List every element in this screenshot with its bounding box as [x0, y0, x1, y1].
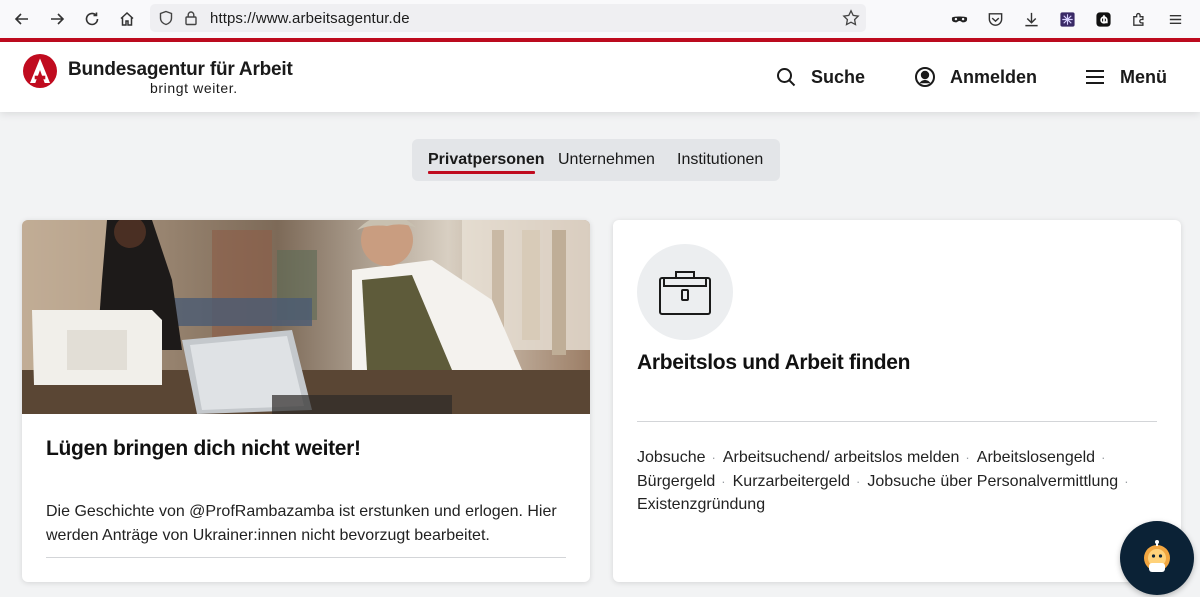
pocket-icon[interactable] [980, 4, 1010, 34]
tab-privatpersonen[interactable]: Privatpersonen [428, 151, 544, 169]
active-tab-indicator [428, 171, 535, 174]
login-label: Anmelden [950, 66, 1038, 87]
home-icon[interactable] [110, 4, 144, 34]
login-button[interactable]: Anmelden [914, 64, 1037, 90]
audience-tabs: Privatpersonen Unternehmen Institutionen [412, 139, 780, 181]
topic-card: Arbeitslos und Arbeit finden Jobsuche · Ar… [613, 220, 1181, 582]
search-button[interactable]: Suche [775, 64, 865, 90]
tab-institutionen[interactable]: Institutionen [677, 151, 763, 169]
link-separator: · [1124, 473, 1129, 489]
tab-unternehmen[interactable]: Unternehmen [558, 151, 655, 169]
brand-title[interactable]: Bundesagentur für Arbeit [68, 59, 293, 81]
topic-icon-circle [637, 244, 733, 340]
extension-badge-icon[interactable] [1088, 4, 1118, 34]
link-separator: · [711, 450, 716, 465]
download-icon[interactable] [1016, 4, 1046, 34]
browser-tools [944, 0, 1190, 38]
mask-icon[interactable] [944, 4, 974, 34]
brand-subtitle: bringt weiter. [150, 80, 238, 96]
briefcase-icon [659, 271, 711, 315]
forward-icon[interactable] [40, 4, 74, 34]
extension-grid-icon[interactable] [1052, 4, 1082, 34]
user-circle-icon [915, 67, 935, 87]
lock-icon[interactable] [184, 10, 198, 26]
menu-button[interactable]: Menü [1084, 64, 1167, 90]
topic-card-divider [637, 421, 1157, 422]
link-buergergeld[interactable]: Bürgergeld [637, 473, 715, 490]
link-arbeitsuchend-melden[interactable]: Arbeitsuchend/ arbeitslos melden [723, 449, 960, 466]
link-separator: · [1101, 450, 1106, 465]
extensions-icon[interactable] [1124, 4, 1154, 34]
bookmark-star-icon[interactable] [842, 9, 860, 27]
search-icon [777, 68, 796, 87]
url-text[interactable]: https://www.arbeitsagentur.de [210, 10, 410, 27]
menu-label: Menü [1120, 66, 1167, 87]
news-card[interactable]: Lügen bringen dich nicht weiter! Die Ges… [22, 220, 590, 582]
hamburger-menu-icon [1086, 70, 1104, 84]
link-separator: · [721, 473, 726, 489]
browser-toolbar: https://www.arbeitsagentur.de [0, 0, 1200, 38]
hamburger-icon[interactable] [1160, 4, 1190, 34]
link-jobsuche[interactable]: Jobsuche [637, 449, 706, 466]
ba-logo[interactable] [22, 53, 58, 89]
news-card-body: Die Geschichte von @ProfRambazamba ist e… [46, 503, 557, 544]
link-separator: · [965, 450, 970, 465]
site-header: Bundesagentur für Arbeit bringt weiter. … [0, 42, 1200, 112]
workshop-photo [22, 220, 590, 414]
chatbot-icon [1144, 540, 1170, 572]
search-label: Suche [811, 66, 866, 87]
link-existenzgruendung[interactable]: Existenzgründung [637, 496, 765, 513]
back-icon[interactable] [5, 4, 39, 34]
link-kurzarbeitergeld[interactable]: Kurzarbeitergeld [733, 473, 850, 490]
topic-card-title[interactable]: Arbeitslos und Arbeit finden [637, 351, 910, 375]
shield-icon[interactable] [158, 10, 174, 26]
topic-links: Jobsuche · Arbeitsuchend/ arbeitslos melde… [637, 446, 1157, 517]
link-personalvermittlung[interactable]: Jobsuche über Personalvermittlung [867, 473, 1118, 490]
link-separator: · [856, 473, 861, 489]
chatbot-button[interactable] [1120, 521, 1194, 595]
url-bar[interactable]: https://www.arbeitsagentur.de [150, 4, 866, 32]
news-card-title[interactable]: Lügen bringen dich nicht weiter! [46, 437, 361, 461]
reload-icon[interactable] [75, 4, 109, 34]
news-card-divider [46, 557, 566, 558]
link-arbeitslosengeld[interactable]: Arbeitslosengeld [977, 449, 1095, 466]
